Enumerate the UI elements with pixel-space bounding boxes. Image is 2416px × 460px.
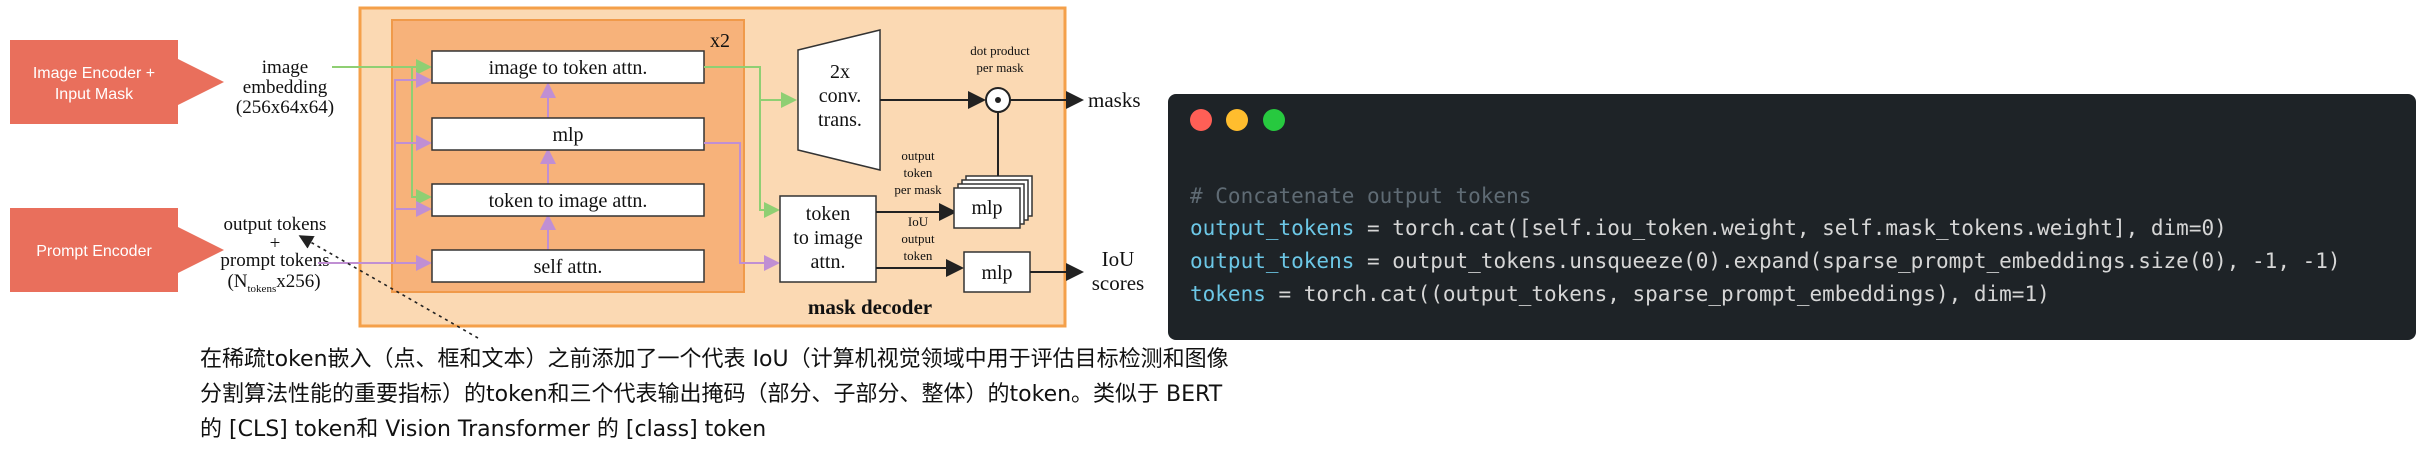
conv-label-line2: conv.: [819, 85, 862, 107]
sam-mask-decoder-diagram: Image Encoder + Input Mask Prompt Encode…: [10, 6, 1144, 339]
dot-product-label-line1: dot product: [970, 43, 1030, 58]
iou-output-token-line2: output: [901, 231, 935, 246]
image-encoder-box: Image Encoder + Input Mask: [10, 40, 178, 124]
code-expression: = output_tokens.unsqueeze(0).expand(spar…: [1354, 249, 2341, 273]
prompt-encoder-box: Prompt Encoder: [10, 208, 178, 292]
conv-trans-block: 2x conv. trans.: [797, 29, 881, 171]
mask-mlp-stack: mlp: [953, 175, 1033, 229]
code-line-2: output_tokens = output_tokens.unsqueeze(…: [1190, 249, 2341, 273]
iou-output-token-line1: IoU: [908, 214, 929, 229]
image-encoder-label-line2: Input Mask: [55, 86, 134, 103]
conv-label-line1: 2x: [830, 61, 850, 83]
code-comment: # Concatenate output tokens: [1190, 184, 1532, 208]
annotation-text: 在稀疏token嵌入（点、框和文本）之前添加了一个代表 IoU（计算机视觉领域中…: [200, 342, 1320, 447]
annotation-line: 在稀疏token嵌入（点、框和文本）之前添加了一个代表 IoU（计算机视觉领域中…: [200, 347, 1229, 372]
dot-product-label-line2: per mask: [976, 60, 1024, 75]
iou-output-token-line3: token: [904, 248, 933, 263]
image-embedding-label-line1: image: [262, 57, 308, 78]
annotation-line: 分割算法性能的重要指标）的token和三个代表输出掩码（部分、子部分、整体）的t…: [200, 382, 1223, 407]
code-expression: = torch.cat((output_tokens, sparse_promp…: [1265, 282, 2050, 306]
output-token-per-mask-line3: per mask: [894, 182, 942, 197]
dot-product-node: [985, 87, 1011, 113]
iou-mlp-label: mlp: [981, 262, 1012, 284]
image-encoder-label-line1: Image Encoder +: [33, 65, 155, 82]
mlp-block-label: mlp: [552, 124, 583, 146]
iou-scores-line1: IoU: [1102, 247, 1135, 271]
repeat-label: x2: [710, 30, 730, 52]
conv-label-line3: trans.: [818, 109, 862, 131]
final-token-to-image-attn-block: token to image attn.: [779, 195, 877, 283]
image-embedding-label-line3: (256x64x64): [236, 97, 334, 118]
window-close-dot: [1190, 109, 1212, 131]
iou-scores-line2: scores: [1092, 271, 1144, 295]
output-tokens-label-line1: output tokens: [224, 214, 327, 235]
annotation-line: 的 [CLS] token和 Vision Transformer 的 [cla…: [200, 417, 767, 442]
code-variable: output_tokens: [1190, 216, 1355, 240]
mask-mlp-label: mlp: [971, 197, 1002, 219]
final-attn-label-line3: attn.: [811, 251, 846, 273]
output-token-per-mask-line2: token: [904, 165, 933, 180]
code-variable: output_tokens: [1190, 249, 1355, 273]
image-embedding-label-line2: embedding: [243, 77, 328, 98]
prompt-encoder-label: Prompt Encoder: [36, 243, 152, 260]
mlp-block: mlp: [431, 117, 705, 151]
image-to-token-attn-block: image to token attn.: [431, 50, 705, 84]
image-to-token-attn-label: image to token attn.: [489, 57, 648, 79]
code-expression: = torch.cat([self.iou_token.weight, self…: [1354, 216, 2227, 240]
self-attn-label: self attn.: [534, 256, 603, 278]
window-zoom-dot: [1263, 109, 1285, 131]
final-attn-label-line1: token: [806, 203, 850, 225]
tokens-shape-label: (Ntokensx256): [227, 271, 320, 295]
final-attn-label-line2: to image: [793, 227, 863, 249]
output-token-per-mask-line1: output: [901, 148, 935, 163]
code-line-3: tokens = torch.cat((output_tokens, spars…: [1190, 282, 2050, 306]
window-minimize-dot: [1226, 109, 1248, 131]
token-to-image-attn-label: token to image attn.: [489, 190, 648, 212]
self-attn-block: self attn.: [431, 249, 705, 283]
masks-label: masks: [1088, 88, 1141, 112]
output-tokens-label-line3: prompt tokens: [220, 250, 329, 271]
iou-mlp-block: mlp: [963, 251, 1031, 293]
code-panel: # Concatenate output tokens output_token…: [1168, 94, 2416, 340]
token-to-image-attn-block: token to image attn.: [431, 183, 705, 217]
code-variable: tokens: [1190, 282, 1266, 306]
mask-decoder-label: mask decoder: [808, 295, 932, 319]
code-line-1: output_tokens = torch.cat([self.iou_toke…: [1190, 216, 2227, 240]
